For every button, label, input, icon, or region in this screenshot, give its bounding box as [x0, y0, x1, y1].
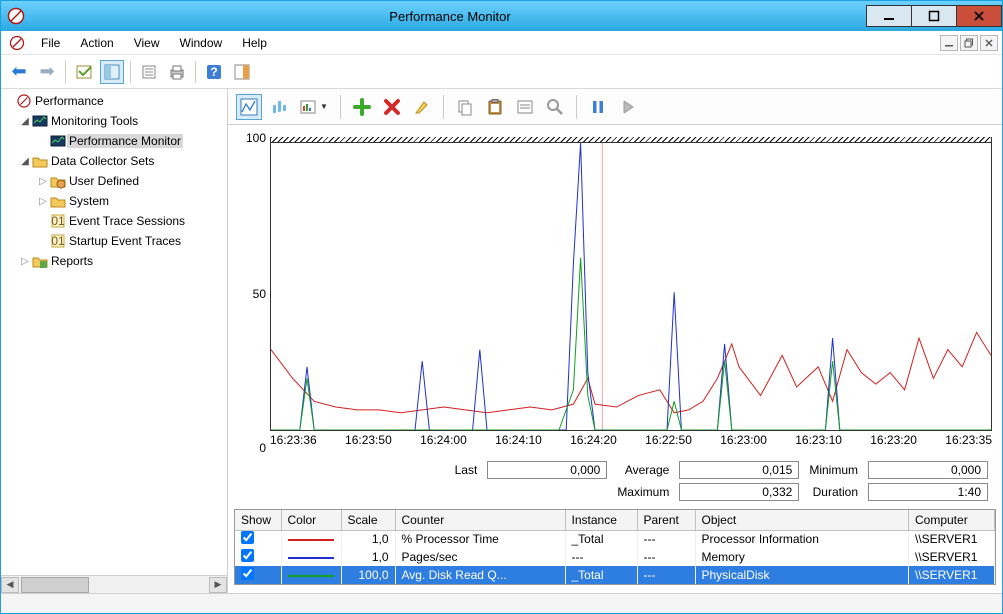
- paste-counter-list-button[interactable]: [482, 94, 508, 120]
- tree-node-startup-event-traces[interactable]: 01 Startup Event Traces: [1, 231, 227, 251]
- properties-dialog-button[interactable]: [512, 94, 538, 120]
- duration-value: 1:40: [868, 483, 988, 501]
- col-show[interactable]: Show: [235, 510, 281, 530]
- tree-node-event-trace-sessions[interactable]: 01 Event Trace Sessions: [1, 211, 227, 231]
- window-title: Performance Monitor: [33, 9, 867, 24]
- col-instance[interactable]: Instance: [565, 510, 637, 530]
- scroll-left-button[interactable]: ◀: [1, 577, 19, 593]
- mdi-minimize-button[interactable]: [940, 35, 958, 51]
- col-computer[interactable]: Computer: [909, 510, 995, 530]
- chart-plot[interactable]: [270, 137, 992, 431]
- col-parent[interactable]: Parent: [637, 510, 695, 530]
- title-bar[interactable]: Performance Monitor: [1, 1, 1002, 31]
- x-tick: 16:23:50: [345, 433, 392, 451]
- action-pane-toggle-button[interactable]: [230, 60, 254, 84]
- x-tick: 16:23:36: [270, 433, 317, 451]
- help-button[interactable]: ?: [202, 60, 226, 84]
- x-tick: 16:24:20: [570, 433, 617, 451]
- svg-text:01: 01: [51, 214, 65, 228]
- menu-window[interactable]: Window: [170, 33, 233, 53]
- back-button[interactable]: ⬅: [7, 60, 31, 84]
- duration-label: Duration: [809, 485, 858, 499]
- menu-help[interactable]: Help: [232, 33, 277, 53]
- tree-horizontal-scrollbar[interactable]: ◀ ▶: [1, 575, 227, 593]
- status-bar: [1, 593, 1002, 613]
- tree-node-monitoring-tools[interactable]: ◢ Monitoring Tools: [1, 111, 227, 131]
- x-tick: 16:24:00: [420, 433, 467, 451]
- show-checkbox[interactable]: [241, 531, 254, 544]
- last-label: Last: [455, 463, 478, 477]
- app-window: Performance Monitor File Action View Win…: [0, 0, 1003, 614]
- tree-node-user-defined[interactable]: ▷ User Defined: [1, 171, 227, 191]
- x-axis: 16:23:36 16:23:50 16:24:00 16:24:10 16:24:20…: [270, 431, 992, 453]
- average-value: 0,015: [679, 461, 799, 479]
- chart-type-dropdown[interactable]: ▼: [296, 94, 332, 120]
- col-color[interactable]: Color: [281, 510, 341, 530]
- maximum-label: Maximum: [617, 485, 669, 499]
- mdi-close-button[interactable]: [980, 35, 998, 51]
- standard-toolbar: ⬅ ➡ ?: [1, 55, 1002, 89]
- svg-text:01: 01: [51, 234, 65, 248]
- mdi-restore-button[interactable]: [960, 35, 978, 51]
- zoom-button[interactable]: [542, 94, 568, 120]
- x-tick: 16:24:10: [495, 433, 542, 451]
- view-line-chart-button[interactable]: [236, 94, 262, 120]
- counter-legend: Show Color Scale Counter Instance Parent…: [234, 509, 996, 585]
- close-button[interactable]: [956, 5, 1002, 27]
- menu-view[interactable]: View: [124, 33, 170, 53]
- workspace: Performance ◢ Monitoring Tools Performan…: [1, 89, 1002, 593]
- navigation-tree: Performance ◢ Monitoring Tools Performan…: [1, 89, 228, 593]
- add-counter-button[interactable]: [349, 94, 375, 120]
- menu-action[interactable]: Action: [70, 33, 123, 53]
- properties-button[interactable]: [100, 60, 124, 84]
- tree-node-performance-monitor[interactable]: Performance Monitor: [1, 131, 227, 151]
- x-tick: 16:22:50: [645, 433, 692, 451]
- show-checkbox[interactable]: [241, 567, 254, 580]
- chart-area: 100 50 0 16:23:36 16:23:50 16:24:00 16:24:1…: [228, 125, 1002, 457]
- svg-text:?: ?: [210, 65, 217, 79]
- highlight-button[interactable]: [409, 94, 435, 120]
- copy-properties-button[interactable]: [452, 94, 478, 120]
- minimum-value: 0,000: [868, 461, 988, 479]
- x-tick: 16:23:10: [795, 433, 842, 451]
- x-tick: 16:23:20: [870, 433, 917, 451]
- x-tick: 16:23:35: [945, 433, 992, 451]
- minimum-label: Minimum: [809, 463, 858, 477]
- forward-button[interactable]: ➡: [35, 60, 59, 84]
- tree-node-reports[interactable]: ▷ Reports: [1, 251, 227, 271]
- monitor-toolbar: ▼: [228, 89, 1002, 125]
- maximum-value: 0,332: [679, 483, 799, 501]
- menu-bar: File Action View Window Help: [1, 31, 1002, 55]
- col-object[interactable]: Object: [695, 510, 909, 530]
- scroll-right-button[interactable]: ▶: [209, 577, 227, 593]
- app-icon-small: [7, 33, 27, 53]
- col-counter[interactable]: Counter: [395, 510, 565, 530]
- scroll-thumb[interactable]: [21, 577, 89, 593]
- delete-counter-button[interactable]: [379, 94, 405, 120]
- app-icon: [7, 7, 25, 25]
- last-value: 0,000: [487, 461, 607, 479]
- stats-bar: Last 0,000 Average 0,015 Minimum 0,000 M…: [228, 457, 1002, 509]
- tree-node-system[interactable]: ▷ System: [1, 191, 227, 211]
- average-label: Average: [617, 463, 669, 477]
- tree-node-data-collector-sets[interactable]: ◢ Data Collector Sets: [1, 151, 227, 171]
- update-data-button[interactable]: [615, 94, 641, 120]
- show-hide-console-tree-button[interactable]: [72, 60, 96, 84]
- freeze-display-button[interactable]: [585, 94, 611, 120]
- legend-row[interactable]: 1,0Pages/sec------Memory\\SERVER1: [235, 548, 995, 566]
- minimize-button[interactable]: [866, 5, 912, 27]
- monitor-pane: ▼ 100 50 0: [228, 89, 1002, 593]
- show-checkbox[interactable]: [241, 549, 254, 562]
- menu-file[interactable]: File: [31, 33, 70, 53]
- y-axis: 100 50 0: [236, 137, 270, 453]
- maximize-button[interactable]: [911, 5, 957, 27]
- legend-row[interactable]: 100,0Avg. Disk Read Q..._Total---Physica…: [235, 566, 995, 584]
- legend-row[interactable]: 1,0% Processor Time_Total---Processor In…: [235, 530, 995, 548]
- tree-node-performance[interactable]: Performance: [1, 91, 227, 111]
- export-list-button[interactable]: [137, 60, 161, 84]
- x-tick: 16:23:00: [720, 433, 767, 451]
- view-histogram-button[interactable]: [266, 94, 292, 120]
- print-button[interactable]: [165, 60, 189, 84]
- col-scale[interactable]: Scale: [341, 510, 395, 530]
